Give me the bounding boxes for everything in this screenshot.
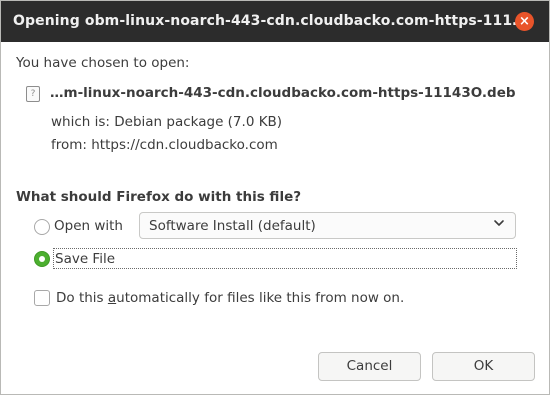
chosen-label: You have chosen to open: [16, 55, 190, 71]
save-file-option[interactable]: Save File [53, 248, 517, 269]
auto-action-label[interactable]: Do this automatically for files like thi… [56, 290, 404, 306]
open-with-label[interactable]: Open with [54, 218, 123, 234]
file-name: …m-linux-noarch-443-cdn.cloudbacko.com-h… [50, 85, 516, 101]
window-title: Opening obm-linux-noarch-443-cdn.cloudba… [13, 13, 527, 29]
close-icon[interactable]: × [515, 12, 534, 31]
open-with-radio[interactable] [34, 219, 50, 235]
save-file-label: Save File [55, 251, 116, 267]
radio-selected-dot [39, 256, 45, 262]
chevron-down-icon [494, 220, 504, 226]
auto-label-mnemonic: a [107, 290, 117, 306]
download-dialog: Opening obm-linux-noarch-443-cdn.cloudba… [0, 0, 550, 395]
file-type: which is: Debian package (7.0 KB) [51, 114, 283, 130]
auto-label-suffix: utomatically for files like this from no… [116, 290, 405, 306]
file-unknown-icon: ? [26, 86, 40, 102]
auto-label-prefix: Do this [56, 290, 108, 306]
ok-button[interactable]: OK [432, 352, 535, 381]
action-question: What should Firefox do with this file? [16, 189, 302, 205]
cancel-button[interactable]: Cancel [318, 352, 421, 381]
auto-action-checkbox[interactable] [34, 290, 50, 306]
file-source: from: https://cdn.cloudbacko.com [51, 137, 278, 153]
open-with-app-value: Software Install (default) [149, 218, 316, 234]
dialog-body: You have chosen to open: ? …m-linux-noar… [1, 42, 549, 394]
open-with-app-select[interactable]: Software Install (default) [139, 212, 516, 239]
save-file-radio[interactable] [34, 251, 50, 267]
title-bar[interactable]: Opening obm-linux-noarch-443-cdn.cloudba… [1, 1, 549, 42]
